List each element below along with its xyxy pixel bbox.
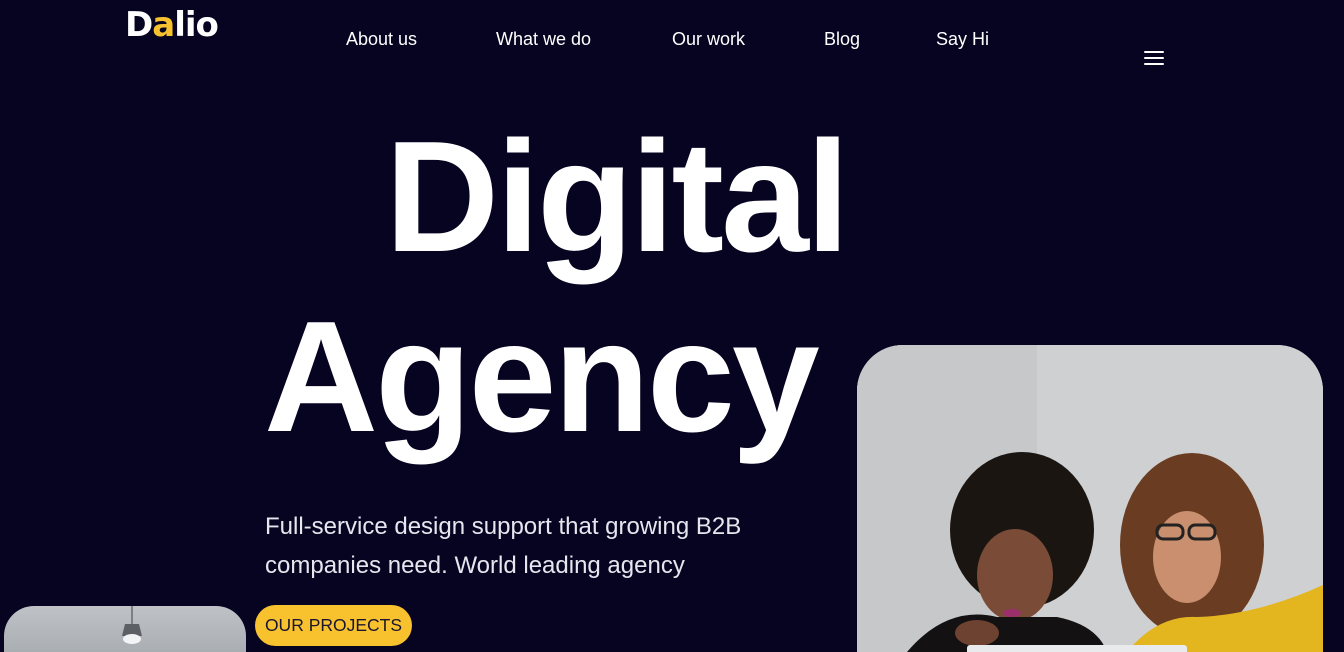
- hero-subtitle: Full-service design support that growing…: [265, 513, 742, 579]
- pendant-lamp-illustration: [122, 606, 142, 644]
- nav-say-hi[interactable]: Say Hi: [936, 28, 989, 50]
- office-lamp-photo: [4, 606, 246, 652]
- nav-about-us[interactable]: About us: [346, 28, 417, 50]
- brand-logo[interactable]: Dalio: [125, 5, 219, 45]
- hero-title-line-1: Digital: [385, 109, 850, 285]
- logo-letter-d: D: [125, 5, 153, 45]
- hero-title-line-2: Agency: [264, 289, 820, 465]
- logo-letters-lio: lio: [174, 5, 219, 45]
- hamburger-bar-middle: [1144, 57, 1164, 59]
- hamburger-bar-top: [1144, 51, 1164, 53]
- hamburger-bar-bottom: [1144, 63, 1164, 65]
- logo-accent-letter: a: [152, 5, 175, 45]
- nav-our-work[interactable]: Our work: [672, 28, 745, 50]
- hamburger-icon[interactable]: [1144, 51, 1164, 65]
- our-projects-button[interactable]: OUR PROJECTS: [255, 605, 412, 646]
- two-women-at-laptop-illustration: [857, 345, 1323, 652]
- nav-blog[interactable]: Blog: [824, 28, 860, 50]
- team-photo: [857, 345, 1323, 652]
- nav-what-we-do[interactable]: What we do: [496, 28, 591, 50]
